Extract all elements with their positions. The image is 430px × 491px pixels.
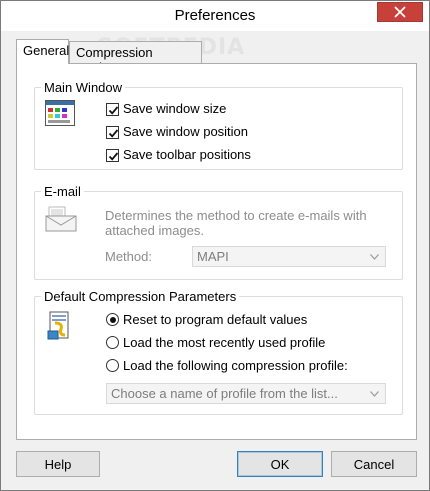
compression-legend: Default Compression Parameters: [41, 289, 240, 304]
email-legend: E-mail: [41, 184, 84, 199]
recent-profile-label: Load the most recently used profile: [123, 335, 326, 350]
save-window-size-label: Save window size: [123, 101, 227, 116]
cancel-button[interactable]: Cancel: [331, 451, 417, 477]
email-method-select[interactable]: MAPI: [192, 246, 386, 267]
following-profile-label: Load the following compression profile:: [123, 358, 348, 373]
email-description-line1: Determines the method to create e-mails …: [105, 208, 367, 223]
checkmark-icon: [108, 106, 119, 115]
checkmark-icon: [108, 129, 119, 138]
compression-profile-placeholder: Choose a name of profile from the list..…: [111, 386, 338, 401]
title-bar: Preferences: [1, 1, 429, 31]
chevron-down-icon: [370, 254, 379, 260]
tab-compression-engine[interactable]: Compression Engine: [69, 41, 202, 75]
email-envelope-icon: [45, 206, 77, 232]
help-button[interactable]: Help: [16, 451, 100, 477]
email-method-label: Method:: [105, 249, 152, 264]
save-toolbar-positions-label: Save toolbar positions: [123, 147, 251, 162]
close-button[interactable]: [377, 2, 423, 22]
general-tab-panel: Main Window Save window size Save window…: [16, 63, 417, 440]
close-icon: [394, 6, 406, 18]
email-description-line2: attached images.: [105, 223, 205, 238]
recent-profile-radio[interactable]: [106, 336, 119, 349]
reset-defaults-label: Reset to program default values: [123, 312, 308, 327]
ok-button[interactable]: OK: [237, 451, 323, 477]
compression-profile-select[interactable]: Choose a name of profile from the list..…: [106, 383, 386, 404]
window-title: Preferences: [174, 7, 256, 24]
email-group: E-mail Determines the method to create e…: [34, 184, 403, 280]
save-window-position-checkbox[interactable]: [106, 126, 119, 139]
chevron-down-icon: [370, 391, 379, 397]
main-window-group: Main Window Save window size Save window…: [34, 80, 403, 170]
save-window-size-checkbox[interactable]: [106, 103, 119, 116]
reset-defaults-radio[interactable]: [106, 313, 119, 326]
compression-profile-icon: [47, 311, 69, 340]
tab-general-label: General: [23, 43, 70, 58]
email-method-value: MAPI: [197, 249, 229, 264]
compression-parameters-group: Default Compression Parameters Reset to …: [34, 289, 403, 415]
save-window-position-label: Save window position: [123, 124, 249, 139]
window-layout-icon: [45, 100, 75, 126]
save-toolbar-positions-checkbox[interactable]: [106, 149, 119, 162]
main-window-legend: Main Window: [41, 80, 126, 95]
checkmark-icon: [108, 152, 119, 161]
preferences-dialog: Preferences SOFTPEDIA General Compressio…: [0, 0, 430, 491]
tab-general[interactable]: General: [16, 39, 69, 64]
following-profile-radio[interactable]: [106, 359, 119, 372]
